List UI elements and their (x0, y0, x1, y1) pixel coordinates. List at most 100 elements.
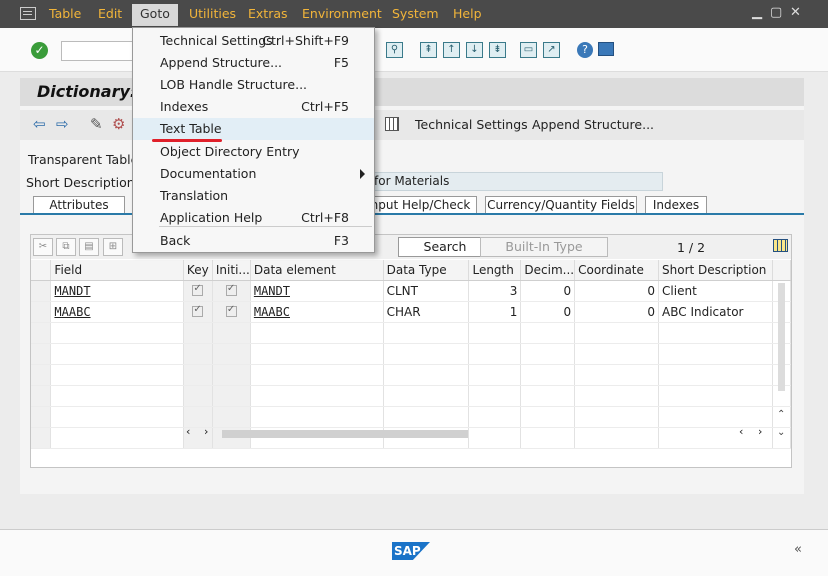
scroll-right-icon[interactable]: › (204, 425, 208, 438)
column-header-field[interactable]: Field (50, 260, 184, 281)
initial-checkbox[interactable] (212, 280, 251, 302)
menu-item-lob-handle-structure[interactable]: LOB Handle Structure... (133, 74, 374, 96)
column-header-decimals[interactable]: Decim... (520, 260, 576, 281)
menu-item-documentation[interactable]: Documentation (133, 163, 374, 185)
edit-icon[interactable]: ✎ (90, 115, 103, 133)
page-counter: 1 / 2 (677, 240, 706, 255)
menu-help[interactable]: Help (453, 6, 482, 21)
menu-item-translation[interactable]: Translation (133, 185, 374, 207)
tab-indexes[interactable]: Indexes (645, 196, 707, 214)
vertical-scrollbar[interactable]: ⌃ ⌄ (774, 281, 790, 443)
initial-checkbox[interactable] (212, 301, 251, 323)
short-description-field[interactable]: for Materials (367, 172, 663, 191)
coordinate-cell: 0 (574, 280, 660, 302)
menu-item-object-directory-entry[interactable]: Object Directory Entry (133, 141, 374, 163)
menu-item-technical-settings[interactable]: Technical Settings Ctrl+Shift+F9 (133, 30, 374, 52)
scroll-left-end-icon[interactable]: ‹ (739, 425, 743, 438)
submenu-arrow-icon (360, 169, 365, 179)
vertical-scroll-thumb[interactable] (778, 283, 785, 391)
next-page-icon[interactable]: ↓ (466, 42, 483, 58)
highlight-annotation (152, 139, 222, 142)
maximize-icon[interactable]: ▢ (770, 5, 782, 20)
fields-table: Field Key Initi... Data element Data Typ… (31, 260, 791, 449)
data-element-cell[interactable]: MAABC (250, 301, 384, 323)
tab-input-help-check[interactable]: nput Help/Check (365, 196, 477, 214)
data-element-cell[interactable]: MANDT (250, 280, 384, 302)
table-row[interactable] (31, 343, 791, 365)
tab-currency-quantity-fields[interactable]: Currency/Quantity Fields (485, 196, 637, 214)
enter-check-icon[interactable]: ✓ (31, 42, 48, 59)
column-header-short-description[interactable]: Short Description (658, 260, 773, 281)
find-next-icon[interactable]: ⚲ (386, 42, 403, 58)
page-title: Dictionary: (37, 82, 137, 101)
column-header-initial[interactable]: Initi... (212, 260, 251, 281)
create-session-icon[interactable]: ▭ (520, 42, 537, 58)
copy-icon[interactable]: ⧉ (56, 238, 76, 256)
menu-goto[interactable]: Goto (132, 4, 178, 26)
menu-table[interactable]: Table (49, 6, 81, 21)
menu-item-back[interactable]: Back F3 (133, 230, 374, 252)
horizontal-scrollbar[interactable]: ‹ › ‹ › (184, 425, 774, 439)
customize-layout-icon[interactable] (598, 42, 614, 56)
table-row[interactable]: MANDT MANDT CLNT 3 0 0 Client (31, 280, 791, 302)
menu-utilities[interactable]: Utilities (189, 6, 236, 21)
help-icon[interactable]: ? (577, 42, 593, 58)
insert-row-icon[interactable]: ⊞ (103, 238, 123, 256)
key-checkbox[interactable] (183, 301, 213, 323)
table-row[interactable] (31, 385, 791, 407)
column-header-key[interactable]: Key (183, 260, 213, 281)
scroll-right-end-icon[interactable]: › (758, 425, 762, 438)
table-row[interactable]: MAABC MAABC CHAR 1 0 0 ABC Indicator (31, 301, 791, 323)
scroll-up-icon[interactable]: ⌃ (777, 409, 785, 420)
search-button[interactable]: Search (398, 237, 492, 257)
column-header-coordinate[interactable]: Coordinate (574, 260, 660, 281)
column-header-data-type[interactable]: Data Type (383, 260, 470, 281)
activate-icon[interactable]: ⚙ (112, 115, 125, 133)
minimize-icon[interactable]: ▁ (752, 5, 762, 20)
cut-icon[interactable]: ✂ (33, 238, 53, 256)
column-header-length[interactable]: Length (468, 260, 522, 281)
row-selector-header[interactable] (31, 260, 52, 281)
previous-page-icon[interactable]: ↑ (443, 42, 460, 58)
menu-item-indexes[interactable]: Indexes Ctrl+F5 (133, 96, 374, 118)
menu-environment[interactable]: Environment (302, 6, 382, 21)
field-name-cell[interactable]: MANDT (50, 280, 184, 302)
column-settings-header[interactable] (772, 260, 791, 281)
built-in-type-button[interactable]: Built-In Type (480, 237, 608, 257)
menu-item-append-structure[interactable]: Append Structure... F5 (133, 52, 374, 74)
menu-extras[interactable]: Extras (248, 6, 288, 21)
tab-attributes[interactable]: Attributes (33, 196, 125, 214)
horizontal-scroll-thumb[interactable] (222, 430, 468, 438)
short-description-cell: ABC Indicator (658, 301, 773, 323)
append-structure-button[interactable]: Append Structure... (532, 117, 654, 132)
close-icon[interactable]: ✕ (790, 5, 801, 20)
row-selector[interactable] (31, 280, 52, 302)
key-checkbox[interactable] (183, 280, 213, 302)
table-row[interactable] (31, 406, 791, 428)
menu-item-text-table[interactable]: Text Table (133, 118, 374, 140)
menu-system[interactable]: System (392, 6, 439, 21)
table-row[interactable] (31, 322, 791, 344)
menu-edit[interactable]: Edit (98, 6, 122, 21)
app-menu-icon[interactable] (20, 7, 36, 20)
last-page-icon[interactable]: ⇟ (489, 42, 506, 58)
scroll-left-icon[interactable]: ‹ (186, 425, 190, 438)
command-field[interactable] (61, 41, 137, 61)
table-header: Field Key Initi... Data element Data Typ… (31, 260, 791, 281)
shortcut-icon[interactable]: ↗ (543, 42, 560, 58)
scroll-down-icon[interactable]: ⌄ (777, 427, 785, 438)
table-row[interactable] (31, 364, 791, 386)
coordinate-cell: 0 (574, 301, 660, 323)
column-header-data-element[interactable]: Data element (250, 260, 384, 281)
paste-icon[interactable]: ▤ (79, 238, 99, 256)
technical-settings-icon[interactable] (385, 117, 399, 131)
column-settings-icon[interactable] (773, 239, 788, 252)
row-selector[interactable] (31, 301, 52, 323)
field-name-cell[interactable]: MAABC (50, 301, 184, 323)
length-cell: 1 (468, 301, 522, 323)
first-page-icon[interactable]: ⇞ (420, 42, 437, 58)
technical-settings-button[interactable]: Technical Settings (415, 117, 528, 132)
collapse-status-icon[interactable]: « (794, 542, 802, 557)
back-arrow-icon[interactable]: ⇦ (33, 115, 46, 133)
forward-arrow-icon[interactable]: ⇨ (56, 115, 69, 133)
